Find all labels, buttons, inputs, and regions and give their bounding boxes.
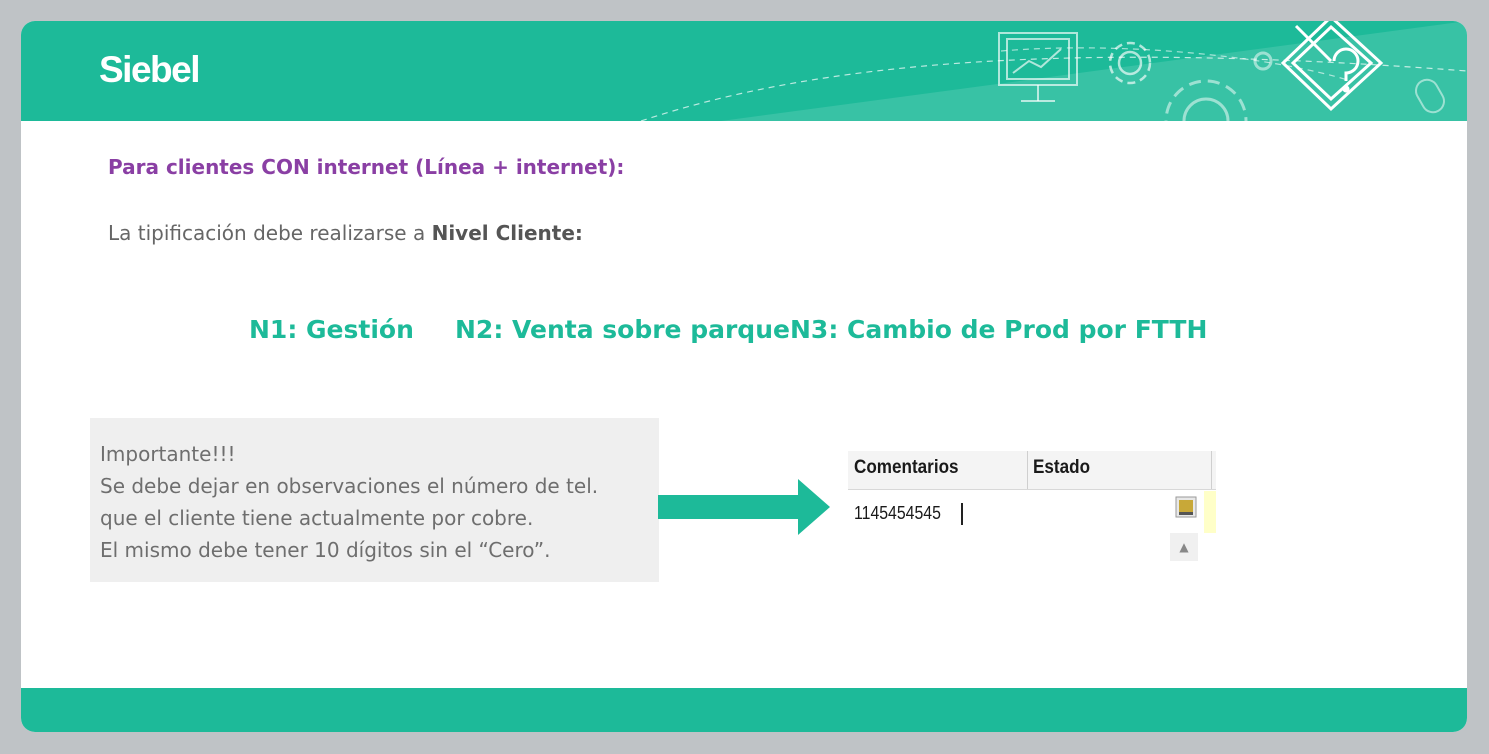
important-note-box: Importante!!! Se debe dejar en observaci… bbox=[90, 418, 659, 582]
scroll-up-arrow-icon[interactable]: ▲ bbox=[1170, 533, 1198, 561]
notes-icon[interactable] bbox=[1174, 495, 1198, 519]
level-n3: N3: Cambio de Prod por FTTH bbox=[790, 315, 1208, 344]
adjacent-field-highlight bbox=[1204, 491, 1216, 533]
right-arrow-icon bbox=[658, 479, 830, 535]
column-divider bbox=[1211, 451, 1212, 489]
note-line: Se debe dejar en observaciones el número… bbox=[100, 474, 599, 498]
column-header-comentarios: Comentarios bbox=[854, 457, 959, 478]
column-header-row: Comentarios Estado bbox=[848, 451, 1216, 490]
column-divider bbox=[1027, 451, 1028, 489]
text-cursor bbox=[961, 503, 963, 525]
instruction-prefix: La tipificación debe realizarse a bbox=[108, 221, 432, 245]
level-n2: N2: Venta sobre parque bbox=[455, 315, 790, 344]
note-text: Importante!!! Se debe dejar en observaci… bbox=[100, 438, 598, 566]
brand-logo: Siebel bbox=[99, 49, 201, 90]
footer-bar bbox=[21, 688, 1467, 732]
instruction-bold: Nivel Cliente: bbox=[431, 221, 583, 245]
instruction-text: La tipificación debe realizarse a Nivel … bbox=[108, 221, 583, 245]
header-decoration bbox=[640, 21, 1467, 121]
column-header-estado: Estado bbox=[1033, 457, 1091, 478]
note-line: El mismo debe tener 10 dígitos sin el “C… bbox=[100, 538, 551, 562]
comments-input-value[interactable]: 1145454545 bbox=[854, 503, 941, 524]
level-n1: N1: Gestión bbox=[249, 315, 414, 344]
note-line: que el cliente tiene actualmente por cob… bbox=[100, 506, 534, 530]
section-subtitle: Para clientes CON internet (Línea + inte… bbox=[108, 155, 625, 179]
slide: Siebel Para clientes CON internet (Línea… bbox=[21, 21, 1467, 732]
comments-field-screenshot: Comentarios Estado 1145454545 ▲ bbox=[848, 451, 1216, 561]
note-line: Importante!!! bbox=[100, 442, 236, 466]
header-banner: Siebel bbox=[21, 21, 1467, 121]
